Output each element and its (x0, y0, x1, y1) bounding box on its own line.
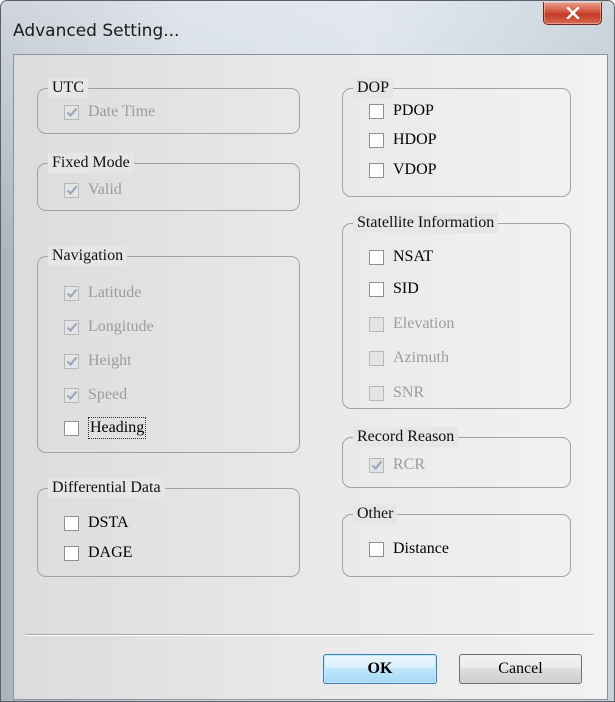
checkbox-label: DSTA (88, 514, 129, 531)
other-group: Other Distance (342, 504, 571, 577)
ok-button[interactable]: OK (323, 654, 437, 684)
record-reason-group-label: Record Reason (353, 427, 459, 447)
checkbox-box (369, 316, 384, 332)
differential-data-group-label: Differential Data (48, 478, 165, 498)
checkbox-nsat[interactable]: NSAT (369, 247, 433, 267)
utc-group: UTC Date Time (37, 78, 300, 134)
checkbox-box[interactable] (369, 249, 384, 265)
checkbox-label: RCR (393, 456, 426, 473)
checkbox-label: HDOP (393, 131, 437, 148)
dialog-body: UTC Date Time Fixed Mode Valid Navigatio… (13, 54, 608, 700)
checkbox-latitude: Latitude (64, 283, 141, 303)
satellite-information-group: Statellite Information NSAT SID Elevation A… (342, 213, 571, 409)
checkbox-elevation: Elevation (369, 314, 454, 334)
checkbox-label: Valid (88, 181, 122, 198)
checkmark-icon (66, 322, 78, 332)
checkbox-box[interactable] (64, 545, 79, 561)
close-icon (566, 7, 579, 19)
checkbox-box (64, 319, 79, 335)
checkmark-icon (371, 460, 383, 470)
dop-group-label: DOP (353, 78, 394, 98)
checkbox-box[interactable] (64, 515, 79, 531)
checkmark-icon (66, 390, 78, 400)
checkbox-speed: Speed (64, 385, 127, 405)
fixed-mode-group: Fixed Mode Valid (37, 153, 300, 211)
button-separator (26, 634, 594, 636)
checkbox-box[interactable] (369, 132, 384, 148)
navigation-group: Navigation Latitude Longitude Height Speed H… (37, 246, 300, 453)
checkbox-label: Azimuth (393, 349, 449, 366)
checkmark-icon (66, 107, 78, 117)
checkbox-box (64, 285, 79, 301)
checkbox-date-time: Date Time (64, 102, 155, 122)
checkbox-sid[interactable]: SID (369, 279, 419, 299)
checkbox-distance[interactable]: Distance (369, 539, 449, 559)
checkbox-box (64, 104, 79, 120)
checkbox-label: Speed (88, 386, 128, 403)
checkbox-dage[interactable]: DAGE (64, 543, 132, 563)
checkbox-label: SNR (393, 384, 425, 401)
checkmark-icon (66, 356, 78, 366)
checkbox-height: Height (64, 351, 132, 371)
checkbox-rcr: RCR (369, 455, 425, 475)
checkbox-box[interactable] (369, 103, 384, 119)
checkbox-heading[interactable]: Heading (64, 417, 147, 439)
checkbox-label: Height (88, 352, 132, 369)
window-title: Advanced Setting... (13, 21, 180, 41)
checkbox-label: Heading (88, 417, 147, 439)
checkbox-valid: Valid (64, 180, 122, 200)
checkbox-box (64, 387, 79, 403)
checkbox-vdop[interactable]: VDOP (369, 160, 437, 180)
checkbox-box (64, 182, 79, 198)
checkbox-box[interactable] (369, 541, 384, 557)
checkbox-label: VDOP (393, 161, 437, 178)
dop-group: DOP PDOP HDOP VDOP (342, 78, 571, 197)
checkbox-label: Date Time (88, 103, 156, 120)
fixed-mode-group-label: Fixed Mode (48, 153, 134, 173)
checkbox-label: Latitude (88, 284, 142, 301)
record-reason-group: Record Reason RCR (342, 427, 571, 488)
navigation-group-label: Navigation (48, 246, 128, 266)
checkbox-hdop[interactable]: HDOP (369, 130, 437, 150)
checkbox-pdop[interactable]: PDOP (369, 101, 434, 121)
checkbox-box[interactable] (64, 420, 79, 436)
checkbox-label: NSAT (393, 248, 434, 265)
advanced-setting-dialog: Advanced Setting... UTC Date Time Fixed … (0, 0, 615, 702)
checkbox-box[interactable] (369, 281, 384, 297)
checkbox-box (369, 457, 384, 473)
differential-data-group: Differential Data DSTA DAGE (37, 478, 300, 577)
checkbox-azimuth: Azimuth (369, 348, 449, 368)
close-button[interactable] (543, 2, 602, 25)
checkbox-box (64, 353, 79, 369)
checkbox-dsta[interactable]: DSTA (64, 513, 129, 533)
checkbox-box (369, 385, 384, 401)
cancel-button[interactable]: Cancel (459, 654, 582, 684)
checkbox-box (369, 350, 384, 366)
checkbox-snr: SNR (369, 383, 424, 403)
checkmark-icon (66, 288, 78, 298)
checkbox-label: Elevation (393, 315, 455, 332)
checkbox-longitude: Longitude (64, 317, 154, 337)
checkbox-label: SID (393, 280, 419, 297)
checkbox-label: Longitude (88, 318, 154, 335)
checkbox-label: DAGE (88, 544, 133, 561)
other-group-label: Other (353, 504, 398, 524)
satellite-information-group-label: Statellite Information (353, 213, 499, 233)
checkbox-label: PDOP (393, 102, 434, 119)
checkmark-icon (66, 185, 78, 195)
utc-group-label: UTC (48, 78, 88, 98)
checkbox-label: Distance (393, 540, 449, 557)
checkbox-box[interactable] (369, 162, 384, 178)
